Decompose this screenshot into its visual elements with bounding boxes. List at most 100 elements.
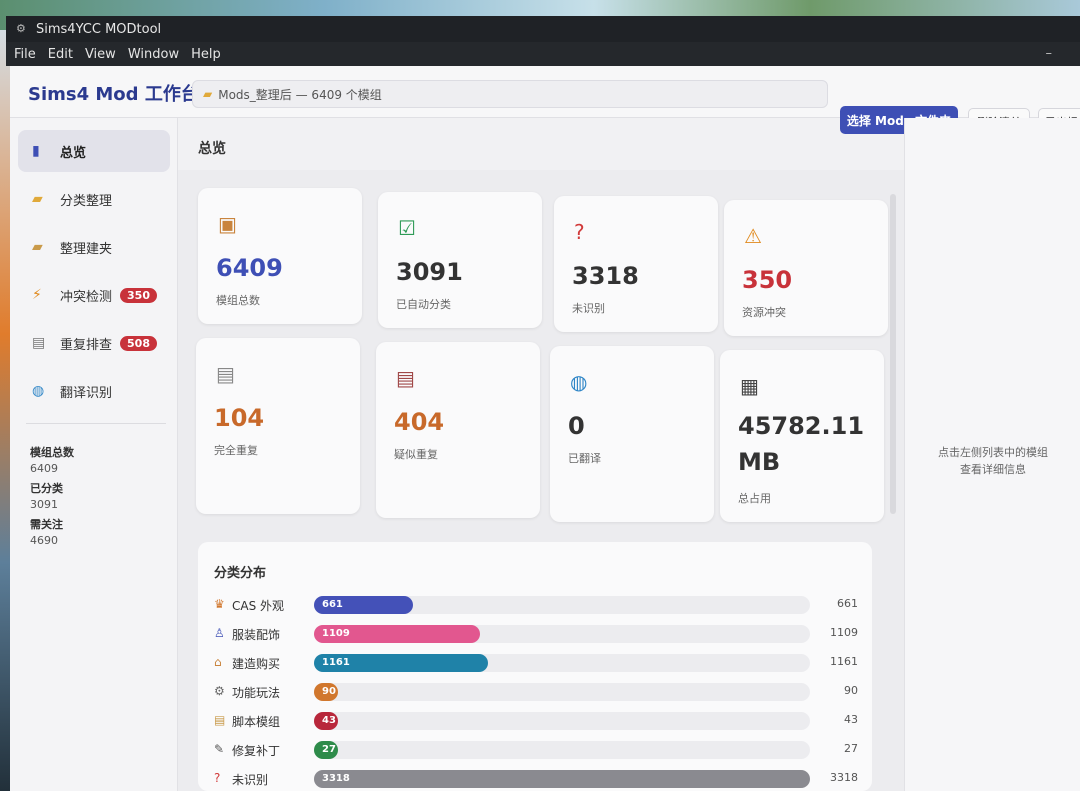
window-title: Sims4YCC MODtool — [36, 21, 162, 37]
menu-view[interactable]: View — [85, 47, 116, 62]
card-label: 已翻译 — [568, 452, 601, 465]
card-label: 资源冲突 — [742, 306, 786, 319]
question-icon: ? — [574, 220, 585, 244]
sidebar-divider — [26, 423, 166, 424]
stat-value-total: 6409 — [30, 462, 58, 475]
card-value: 45782.11 MB — [738, 412, 865, 476]
stat-label-total: 模组总数 — [30, 446, 74, 459]
scroll-icon: ▤ — [214, 713, 226, 727]
folder-icon: ▰ — [32, 191, 43, 207]
app-window: Sims4 Mod 工作台 ▰ Mods_整理后 — 6409 个模组 选择 M… — [10, 66, 1080, 791]
distribution-row: ⚙ 功能玩法 90 90 — [214, 681, 858, 703]
package-icon: ▣ — [218, 212, 237, 236]
card-value: 104 — [214, 404, 265, 432]
detail-hint-line2: 查看详细信息 — [960, 463, 1026, 476]
distribution-category-name: 修复补丁 — [232, 744, 281, 758]
menu-help[interactable]: Help — [191, 47, 221, 62]
distribution-bar-fill: 3318 — [314, 770, 810, 788]
card-label: 完全重复 — [214, 444, 258, 457]
distribution-bar-track: 1161 — [314, 654, 810, 672]
stat-card-total: ▣ 6409 模组总数 — [198, 188, 362, 324]
path-text: Mods_整理后 — 6409 个模组 — [218, 87, 382, 102]
globe-icon: ◍ — [32, 383, 45, 399]
distribution-bar-fill: 1161 — [314, 654, 488, 672]
sidebar-item-organize[interactable]: ▰ 整理建夹 — [18, 226, 170, 268]
stat-card-conflicts: ⚠ 350 资源冲突 — [724, 200, 888, 336]
sidebar-item-label: 翻译识别 — [60, 385, 113, 401]
desktop-background-left — [0, 30, 10, 791]
distribution-bar-fill: 661 — [314, 596, 413, 614]
sidebar-item-overview[interactable]: ▮ 总览 — [18, 130, 170, 172]
distribution-title: 分类分布 — [214, 566, 267, 581]
distribution-bar-track: 43 — [314, 712, 810, 730]
distribution-row: ♙ 服装配饰 1109 1109 — [214, 623, 858, 645]
cas-icon: ♛ — [214, 597, 225, 611]
sidebar-item-label: 分类整理 — [60, 193, 113, 209]
page-icon: ▤ — [216, 362, 235, 386]
distribution-bar-track: 1109 — [314, 625, 810, 643]
sidebar-item-label: 整理建夹 — [60, 241, 113, 257]
menu-file[interactable]: File — [14, 47, 36, 62]
detail-panel: 点击左侧列表中的模组 查看详细信息 — [904, 118, 1080, 791]
page-title: 总览 — [198, 141, 226, 157]
document-icon: ▤ — [32, 335, 46, 351]
distribution-bar-track: 27 — [314, 741, 810, 759]
distribution-bar-track: 90 — [314, 683, 810, 701]
app-gear-icon: ⚙ — [16, 22, 26, 35]
brand-title: Sims4 Mod 工作台 — [28, 84, 199, 105]
notepad-icon: ▤ — [396, 366, 415, 390]
menu-window[interactable]: Window — [128, 47, 179, 62]
stat-value-attention: 4690 — [30, 534, 58, 547]
window-titlebar: ⚙ Sims4YCC MODtool — [6, 16, 1080, 42]
stat-card-auto-classified: ☑ 3091 已自动分类 — [378, 192, 542, 328]
distribution-bar-fill: 1109 — [314, 625, 480, 643]
stat-value-classified: 3091 — [30, 498, 58, 511]
sidebar-item-label: 重复排查 — [60, 337, 113, 353]
distribution-category-name: CAS 外观 — [232, 599, 285, 613]
sidebar-item-duplicates[interactable]: ▤ 重复排查 508 — [18, 322, 170, 364]
minimize-icon[interactable]: – — [1046, 46, 1053, 61]
conflict-count-badge: 350 — [120, 287, 157, 303]
card-value: 3091 — [396, 258, 463, 286]
card-label: 模组总数 — [216, 294, 260, 307]
sidebar-item-label: 冲突检测 — [60, 289, 113, 305]
duplicate-count-badge: 508 — [120, 335, 157, 351]
distribution-count: 27 — [844, 742, 858, 755]
distribution-bar-fill: 27 — [314, 741, 338, 759]
question-icon: ? — [214, 771, 221, 785]
sidebar-item-categorize[interactable]: ▰ 分类整理 — [18, 178, 170, 220]
card-label: 已自动分类 — [396, 298, 451, 311]
house-icon: ⌂ — [214, 655, 222, 669]
content-scrollbar[interactable] — [890, 194, 896, 514]
stat-label-attention: 需关注 — [30, 518, 63, 531]
folder-icon: ▰ — [203, 87, 213, 101]
card-value: 404 — [394, 408, 445, 436]
card-label: 总占用 — [738, 492, 771, 505]
distribution-row: ✎ 修复补丁 27 27 — [214, 739, 858, 761]
card-label: 未识别 — [572, 302, 605, 315]
stat-label-classified: 已分类 — [30, 482, 63, 495]
menu-edit[interactable]: Edit — [48, 47, 73, 62]
category-distribution-panel: 分类分布 ♛ CAS 外观 661 661 ♙ 服装配饰 1109 1109 ⌂ 建造购买 1161… — [198, 542, 872, 791]
distribution-count: 1109 — [830, 626, 858, 639]
distribution-bar-track: 3318 — [314, 770, 810, 788]
distribution-category-name: 服装配饰 — [232, 628, 281, 642]
distribution-row: ? 未识别 3318 3318 — [214, 768, 858, 790]
path-display: ▰ Mods_整理后 — 6409 个模组 — [192, 80, 828, 108]
card-value: 350 — [742, 266, 793, 294]
distribution-count: 43 — [844, 713, 858, 726]
distribution-count: 1161 — [830, 655, 858, 668]
distribution-category-name: 脚本模组 — [232, 715, 281, 729]
wrench-icon: ✎ — [214, 742, 225, 756]
distribution-row: ▤ 脚本模组 43 43 — [214, 710, 858, 732]
sidebar-item-translate[interactable]: ◍ 翻译识别 — [18, 370, 170, 412]
sidebar-item-conflicts[interactable]: ⚡ 冲突检测 350 — [18, 274, 170, 316]
check-icon: ☑ — [398, 216, 416, 240]
distribution-category-name: 建造购买 — [232, 657, 281, 671]
globe-icon: ◍ — [570, 370, 588, 394]
warning-icon: ⚠ — [744, 224, 762, 248]
stat-card-unidentified: ? 3318 未识别 — [554, 196, 718, 332]
detail-hint-line1: 点击左侧列表中的模组 — [938, 446, 1048, 459]
stat-card-translated: ◍ 0 已翻译 — [550, 346, 714, 522]
detail-hint: 点击左侧列表中的模组 查看详细信息 — [905, 444, 1080, 478]
